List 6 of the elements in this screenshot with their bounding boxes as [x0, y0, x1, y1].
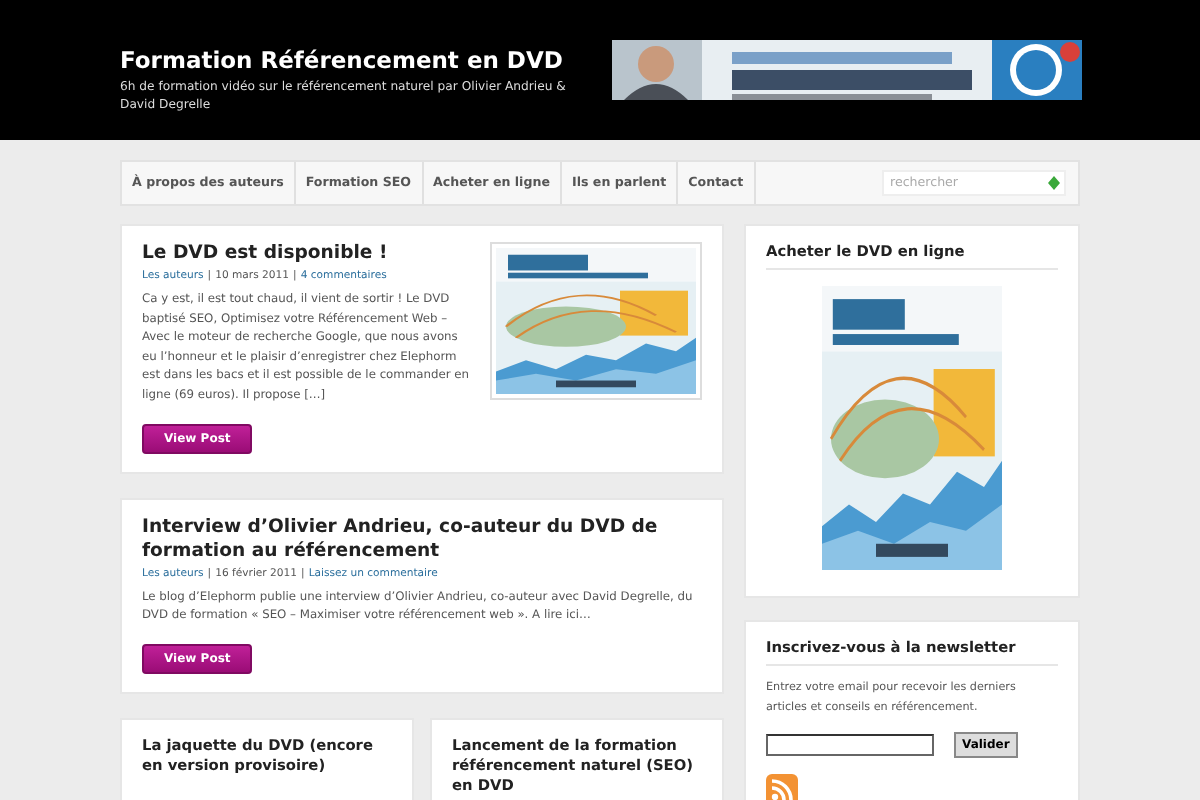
rss-icon[interactable]	[766, 774, 798, 800]
arrow-icon[interactable]	[1048, 176, 1060, 190]
site-title[interactable]: Formation Référencement en DVD	[120, 46, 563, 76]
email-field[interactable]	[766, 734, 934, 756]
post-title[interactable]: Le DVD est disponible !	[142, 242, 470, 266]
post-title[interactable]: Interview d’Olivier Andrieu, co-auteur du DVD de formation au référencement	[142, 515, 702, 564]
